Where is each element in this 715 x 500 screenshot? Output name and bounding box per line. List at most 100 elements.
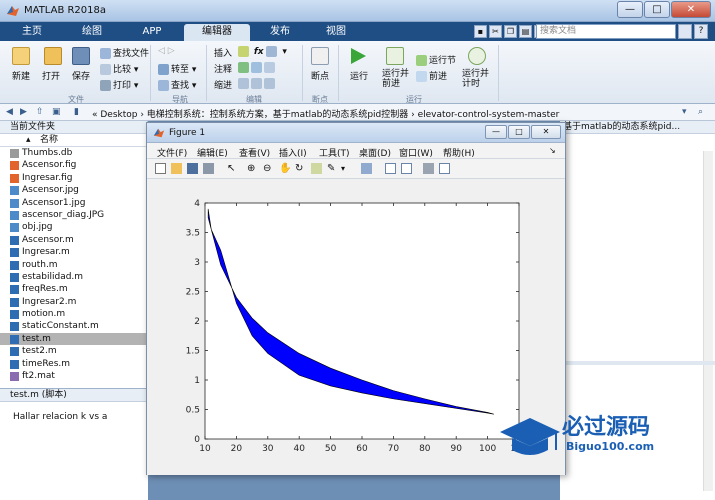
menu-window[interactable]: 窗口(W)	[399, 146, 433, 159]
tab-view[interactable]: 视图	[310, 24, 362, 41]
goto-button[interactable]: 转至 ▾	[158, 62, 196, 75]
open-file-icon[interactable]	[171, 163, 182, 174]
new-button[interactable]: 新建	[12, 69, 30, 82]
file-list-item[interactable]: Ascensor.fig	[0, 159, 147, 171]
run-button[interactable]: 运行	[350, 69, 368, 82]
run-advance-button[interactable]: 运行并 前进	[382, 69, 409, 89]
menu-dock-icon[interactable]: ↘	[549, 146, 556, 155]
comment-tools[interactable]	[238, 62, 277, 73]
file-list-item[interactable]: Ingresar2.m	[0, 296, 147, 308]
tab-editor[interactable]: 编辑器	[184, 24, 250, 41]
figure-close-button[interactable]: ✕	[531, 125, 561, 139]
file-list-item[interactable]: ascensor_diag.JPG	[0, 209, 147, 221]
show-plot-tools-icon[interactable]	[439, 163, 450, 174]
file-name: ft2.mat	[22, 371, 55, 382]
tab-home[interactable]: 主页	[6, 24, 58, 41]
tab-publish[interactable]: 发布	[254, 24, 306, 41]
zoom-out-icon[interactable]: ⊖	[263, 163, 274, 174]
help-icon[interactable]: ?	[694, 24, 708, 39]
comment-button[interactable]: 注释	[214, 62, 232, 75]
browse-folder-icon[interactable]: ▣	[52, 107, 61, 117]
ribbon-separator	[206, 45, 207, 101]
panel-splitter[interactable]	[560, 361, 715, 365]
indent-button[interactable]: 缩进	[214, 78, 232, 91]
legend-icon[interactable]	[401, 163, 412, 174]
menu-desktop[interactable]: 桌面(D)	[359, 146, 391, 159]
find-button[interactable]: 查找 ▾	[158, 78, 196, 91]
compare-button[interactable]: 比较 ▾	[100, 62, 138, 75]
file-list-item[interactable]: timeRes.m	[0, 358, 147, 370]
maximize-button[interactable]: □	[644, 1, 670, 18]
insert-button[interactable]: 插入	[214, 46, 232, 59]
editor-scrollbar[interactable]	[703, 151, 713, 371]
menu-tools[interactable]: 工具(T)	[319, 146, 350, 159]
hide-plot-tools-icon[interactable]	[423, 163, 434, 174]
advance-button[interactable]: 前进	[416, 69, 447, 82]
run-section-button[interactable]: 运行节	[416, 53, 456, 66]
up-folder-icon[interactable]: ⇧	[36, 107, 44, 117]
file-list-item[interactable]: staticConstant.m	[0, 320, 147, 332]
quick-copy-icon[interactable]: ❐	[504, 25, 517, 38]
file-list-item[interactable]: estabilidad.m	[0, 271, 147, 283]
indent-tools[interactable]	[238, 78, 277, 89]
quick-save-icon[interactable]: ▪	[474, 25, 487, 38]
path-dropdown-icon[interactable]: ▾	[682, 107, 687, 117]
menu-help[interactable]: 帮助(H)	[443, 146, 475, 159]
insert-function-button[interactable]: fx ▾	[238, 46, 287, 57]
menu-file[interactable]: 文件(F)	[157, 146, 187, 159]
brush-icon[interactable]: ✎	[327, 163, 338, 174]
minimize-button[interactable]: —	[617, 1, 643, 18]
quick-cut-icon[interactable]: ✂	[489, 25, 502, 38]
path-search-icon[interactable]: ⌕	[698, 107, 703, 117]
brush-dropdown-icon[interactable]: ▾	[341, 163, 352, 174]
rotate-3d-icon[interactable]: ↻	[295, 163, 306, 174]
tab-apps[interactable]: APP	[126, 24, 178, 41]
file-list-item[interactable]: Ascensor.m	[0, 234, 147, 246]
file-list-item[interactable]: ft2.mat	[0, 370, 147, 382]
file-list-item[interactable]: Ingresar.m	[0, 246, 147, 258]
open-button[interactable]: 打开	[42, 69, 60, 82]
file-list-item[interactable]: Ascensor1.jpg	[0, 197, 147, 209]
menu-edit[interactable]: 编辑(E)	[197, 146, 228, 159]
file-list-item[interactable]: Thumbs.db	[0, 147, 147, 159]
breakpoints-button[interactable]: 断点	[311, 69, 329, 82]
file-list-item[interactable]: test2.m	[0, 345, 147, 357]
close-button[interactable]: ✕	[671, 1, 711, 18]
file-list-item[interactable]: Ascensor.jpg	[0, 184, 147, 196]
current-path-breadcrumb[interactable]: « Desktop › 电梯控制系统：控制系统方案，基于matlab的动态系统p…	[92, 107, 559, 120]
file-list-item[interactable]: obj.jpg	[0, 221, 147, 233]
link-plot-icon[interactable]	[361, 163, 372, 174]
file-list-item[interactable]: test.m	[0, 332, 147, 346]
find-files-button[interactable]: 查找文件	[100, 46, 149, 59]
file-list-item[interactable]: Ingresar.fig	[0, 172, 147, 184]
file-list-item[interactable]: routh.m	[0, 259, 147, 271]
data-cursor-icon[interactable]	[311, 163, 322, 174]
pan-hand-icon[interactable]: ✋	[279, 163, 291, 174]
zoom-in-icon[interactable]: ⊕	[247, 163, 258, 174]
menu-view[interactable]: 查看(V)	[239, 146, 270, 159]
new-figure-icon[interactable]	[155, 163, 166, 174]
search-docs-input[interactable]: 搜索文档	[536, 24, 676, 39]
save-button[interactable]: 保存	[72, 69, 90, 82]
figure-title-bar[interactable]: Figure 1 — □ ✕	[147, 123, 565, 143]
file-list-item[interactable]: motion.m	[0, 308, 147, 320]
colorbar-icon[interactable]	[385, 163, 396, 174]
save-figure-icon[interactable]	[187, 163, 198, 174]
print-figure-icon[interactable]	[203, 163, 214, 174]
figure-maximize-button[interactable]: □	[508, 125, 530, 139]
forward-arrow-icon[interactable]: ▶	[20, 107, 27, 117]
nav-back-forward[interactable]: ◁ ▷	[158, 46, 175, 56]
run-and-time-button[interactable]: 运行并 计时	[462, 69, 489, 89]
print-button[interactable]: 打印 ▾	[100, 78, 138, 91]
back-arrow-icon[interactable]: ◀	[6, 107, 13, 117]
figure-minimize-button[interactable]: —	[485, 125, 507, 139]
new-icon	[12, 47, 30, 65]
x-tick-label: 70	[388, 444, 400, 454]
search-icon[interactable]	[678, 24, 692, 39]
tab-plots[interactable]: 绘图	[62, 24, 122, 41]
menu-insert[interactable]: 插入(I)	[279, 146, 307, 159]
pointer-icon[interactable]: ↖	[227, 163, 238, 174]
file-list-item[interactable]: freqRes.m	[0, 283, 147, 295]
quick-paste-icon[interactable]: ▤	[519, 25, 532, 38]
name-column-header[interactable]: 名称 ▴	[0, 134, 147, 147]
